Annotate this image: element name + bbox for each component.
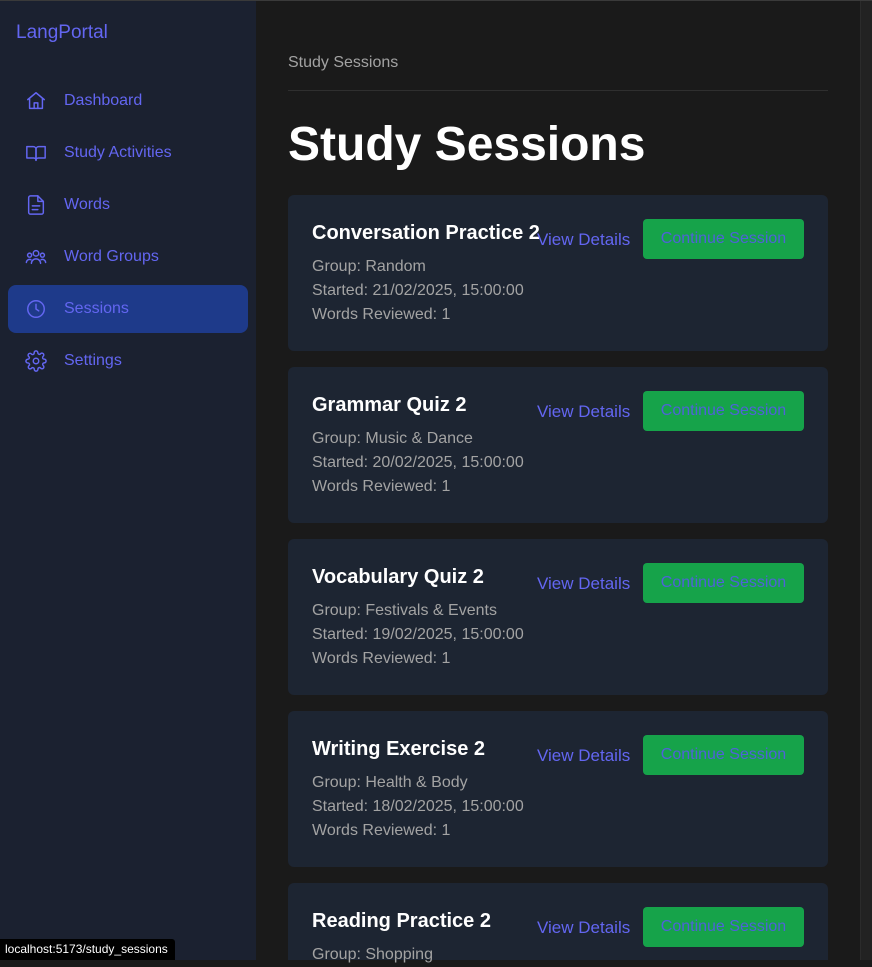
continue-session-button[interactable]: Continue Session — [643, 391, 804, 431]
continue-session-button[interactable]: Continue Session — [643, 219, 804, 259]
session-words-reviewed: Words Reviewed: 1 — [312, 306, 451, 323]
session-words-reviewed: Words Reviewed: 1 — [312, 478, 451, 495]
sidebar-item-label: Study Activities — [64, 144, 172, 161]
continue-session-button[interactable]: Continue Session — [643, 735, 804, 775]
gear-icon — [24, 349, 48, 373]
session-title: Vocabulary Quiz 2 — [312, 566, 484, 588]
users-icon — [24, 245, 48, 269]
session-title: Writing Exercise 2 — [312, 738, 486, 760]
session-card: Conversation Practice 2 Group: Random St… — [288, 195, 828, 351]
main-content: Study Sessions Study Sessions Conversati… — [256, 1, 860, 963]
book-open-icon — [24, 141, 48, 165]
sidebar-item-dashboard[interactable]: Dashboard — [8, 77, 248, 125]
session-group: Group: Music & Dance — [312, 430, 473, 447]
sidebar-item-label: Word Groups — [64, 248, 159, 265]
session-card: Grammar Quiz 2 Group: Music & Dance Star… — [288, 367, 828, 523]
session-started: Started: 21/02/2025, 15:00:00 — [312, 282, 524, 299]
session-card: Writing Exercise 2 Group: Health & Body … — [288, 711, 828, 867]
sidebar-item-label: Settings — [64, 352, 122, 369]
session-started: Started: 19/02/2025, 15:00:00 — [312, 626, 524, 643]
session-group: Group: Shopping — [312, 946, 433, 963]
file-text-icon — [24, 193, 48, 217]
breadcrumb: Study Sessions — [288, 54, 399, 71]
view-details-link[interactable]: View Details — [537, 401, 630, 423]
session-started: Started: 20/02/2025, 15:00:00 — [312, 454, 524, 471]
sidebar: LangPortal Dashboard Study Activities Wo… — [0, 1, 256, 960]
session-title: Reading Practice 2 — [312, 910, 491, 932]
sidebar-item-word-groups[interactable]: Word Groups — [8, 233, 248, 281]
continue-session-button[interactable]: Continue Session — [643, 907, 804, 947]
session-card: Vocabulary Quiz 2 Group: Festivals & Eve… — [288, 539, 828, 695]
clock-icon — [24, 297, 48, 321]
app-brand[interactable]: LangPortal — [16, 21, 108, 45]
session-title: Conversation Practice 2 — [312, 222, 540, 244]
session-card: Reading Practice 2 Group: Shopping View … — [288, 883, 828, 963]
view-details-link[interactable]: View Details — [537, 745, 630, 767]
continue-session-button[interactable]: Continue Session — [643, 563, 804, 603]
sidebar-item-label: Dashboard — [64, 92, 143, 109]
view-details-link[interactable]: View Details — [537, 229, 630, 251]
session-words-reviewed: Words Reviewed: 1 — [312, 650, 451, 667]
sidebar-item-settings[interactable]: Settings — [8, 337, 248, 385]
session-words-reviewed: Words Reviewed: 1 — [312, 822, 451, 839]
session-group: Group: Health & Body — [312, 774, 468, 791]
divider — [288, 90, 828, 91]
sidebar-item-words[interactable]: Words — [8, 181, 248, 229]
link-status-url: localhost:5173/study_sessions — [0, 939, 175, 960]
sidebar-item-sessions[interactable]: Sessions — [8, 285, 248, 333]
sidebar-item-label: Sessions — [64, 300, 129, 317]
page-title: Study Sessions — [288, 118, 646, 171]
home-icon — [24, 89, 48, 113]
sidebar-item-study-activities[interactable]: Study Activities — [8, 129, 248, 177]
scrollbar[interactable] — [860, 1, 872, 960]
session-title: Grammar Quiz 2 — [312, 394, 467, 416]
view-details-link[interactable]: View Details — [537, 917, 630, 939]
session-started: Started: 18/02/2025, 15:00:00 — [312, 798, 524, 815]
sidebar-item-label: Words — [64, 196, 110, 213]
view-details-link[interactable]: View Details — [537, 573, 630, 595]
session-group: Group: Random — [312, 258, 426, 275]
session-group: Group: Festivals & Events — [312, 602, 497, 619]
